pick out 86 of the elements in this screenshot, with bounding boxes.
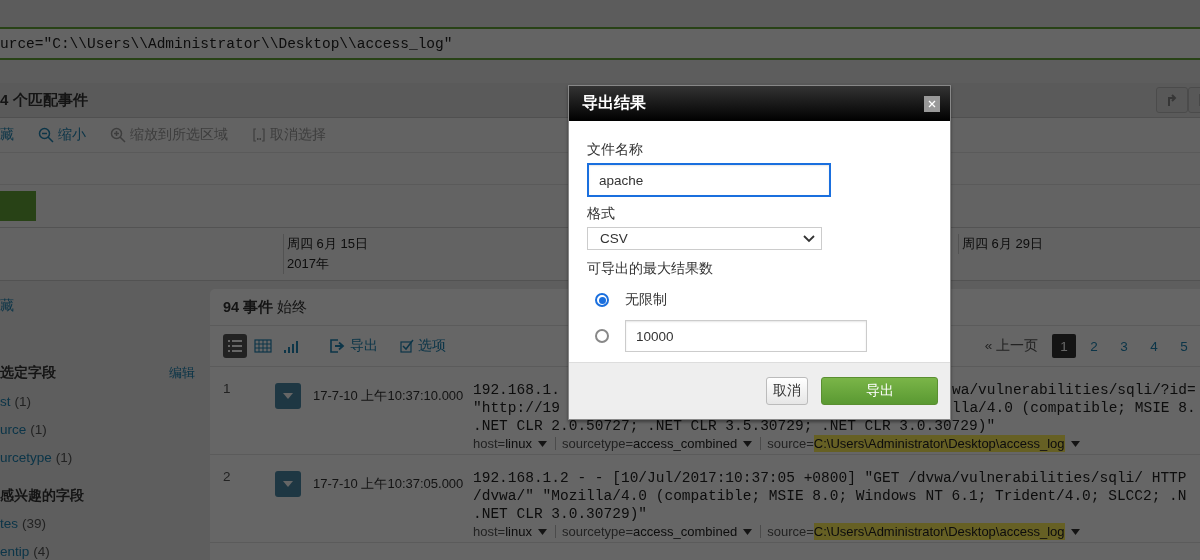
radio-label[interactable]: 无限制	[625, 291, 667, 309]
caret-icon[interactable]	[743, 528, 753, 535]
section-heading: 选定字段	[0, 364, 56, 382]
view-mode-button[interactable]	[223, 334, 247, 358]
field-label: 文件名称	[587, 141, 644, 159]
caret-icon[interactable]	[537, 440, 547, 447]
axis-date-label: 周四 6月 15日	[287, 235, 368, 253]
field-value[interactable]: access_combined	[633, 435, 738, 452]
event-raw-text: .NET CLR 3.0.30729)"	[473, 505, 648, 523]
hide-link[interactable]: 藏	[0, 297, 205, 359]
field-link[interactable]: entip	[0, 543, 30, 559]
event-time: 17-7-10 上午10:37:05.000	[312, 475, 465, 493]
format-select[interactable]: CSV	[587, 227, 822, 250]
event-raw-text: /dvwa/" "Mozilla/4.0 (compatible; MSIE 8.0; Windows NT 6.1; Trident/4.0; SLCC2; .N	[473, 487, 1187, 505]
field-value[interactable]: linux	[505, 523, 532, 540]
arrow-button[interactable]	[1156, 87, 1188, 113]
caret-icon	[283, 481, 293, 487]
export-button[interactable]: 导出	[821, 377, 938, 405]
field-key: sourcetype=	[561, 523, 634, 540]
field-key: source=	[767, 435, 814, 452]
chevron-down-icon	[803, 234, 815, 243]
axis-date-label: 2017年	[287, 255, 330, 273]
page-link[interactable]: 3	[1112, 334, 1136, 358]
dialog-title: 导出结果	[582, 93, 646, 113]
field-link[interactable]: urce	[0, 421, 27, 437]
events-count-title: 94 事件 始终	[223, 297, 308, 317]
field-count: (1)	[14, 393, 31, 409]
close-icon	[928, 99, 936, 108]
panel-action[interactable]: 选项	[400, 337, 446, 355]
arrow-icon	[1166, 93, 1178, 107]
event-time: 17-7-10 上午10:37:10.000	[312, 387, 465, 405]
event-raw-text: "http://19	[473, 399, 561, 417]
match-count-title: 4 个匹配事件	[0, 90, 88, 110]
list-view-icon	[225, 337, 245, 355]
event-raw-text: wa/vulnerabilities/sqli/?id=	[952, 381, 1196, 399]
cancel-button[interactable]: 取消	[766, 377, 808, 405]
field-label: 格式	[587, 205, 616, 223]
section-heading: 感兴趣的字段	[0, 487, 84, 505]
max-count-field[interactable]: 10000	[625, 320, 867, 352]
field-key: source=	[767, 523, 814, 540]
panel-action[interactable]: 导出	[329, 337, 378, 355]
filename-field[interactable]: apache	[587, 163, 831, 197]
caret-icon[interactable]	[743, 440, 753, 447]
edit-link[interactable]: 编辑	[169, 364, 195, 382]
field-key: host=	[473, 435, 506, 452]
export-icon	[329, 338, 346, 354]
zoom-in-icon	[110, 127, 126, 143]
field-count: (1)	[55, 449, 73, 465]
event-number: 1	[222, 381, 232, 398]
close-button[interactable]	[924, 95, 940, 112]
field-value[interactable]: linux	[505, 435, 532, 452]
caret-icon[interactable]	[1070, 528, 1080, 535]
table-view-icon	[253, 337, 273, 355]
page-link[interactable]: 4	[1142, 334, 1166, 358]
page-link[interactable]: 1	[1052, 334, 1076, 358]
expand-button[interactable]	[275, 471, 301, 497]
bracket-icon	[252, 127, 266, 143]
radio-button[interactable]	[595, 293, 609, 307]
field-count: (39)	[22, 515, 47, 531]
field-link[interactable]: st	[0, 393, 11, 409]
radio-button[interactable]	[595, 329, 609, 343]
field-count: (4)	[33, 543, 50, 559]
page-link[interactable]: 5	[1172, 334, 1196, 358]
field-key: host=	[473, 523, 506, 540]
field-label: 可导出的最大结果数	[587, 260, 714, 278]
field-link[interactable]: tes	[0, 515, 18, 531]
axis-date-label: 周四 6月 29日	[962, 235, 1043, 253]
timeline-action[interactable]: 藏	[0, 126, 14, 144]
field-count: (1)	[30, 421, 47, 437]
zoom-out-icon	[38, 127, 54, 143]
search-query[interactable]: urce="C:\\Users\\Administrator\\Desktop\\access_log"	[0, 35, 453, 52]
caret-icon[interactable]	[1070, 440, 1080, 447]
event-number: 2	[222, 469, 232, 486]
event-raw-text: 192.168.1.2 - - [10/Jul/2017:10:37:05 +0800] "GET /dvwa/vulnerabilities/sqli/ HTTP	[473, 469, 1187, 487]
field-key: sourcetype=	[561, 435, 634, 452]
caret-icon[interactable]	[537, 528, 547, 535]
field-link[interactable]: urcetype	[0, 449, 52, 465]
event-raw-text: .NET CLR 2.0.50727; .NET CLR 3.5.30729; .NET CLR 3.0.30729)"	[473, 417, 996, 435]
checkbox-icon	[400, 339, 414, 353]
page-link[interactable]: 2	[1082, 334, 1106, 358]
field-value[interactable]: access_combined	[633, 523, 738, 540]
event-raw-text: 192.168.1.	[473, 381, 561, 399]
caret-icon	[283, 393, 293, 399]
expand-button[interactable]	[275, 383, 301, 409]
timeline-action[interactable]: 缩小	[38, 126, 86, 144]
event-raw-text: lla/4.0 (compatible; MSIE 8.	[952, 399, 1196, 417]
